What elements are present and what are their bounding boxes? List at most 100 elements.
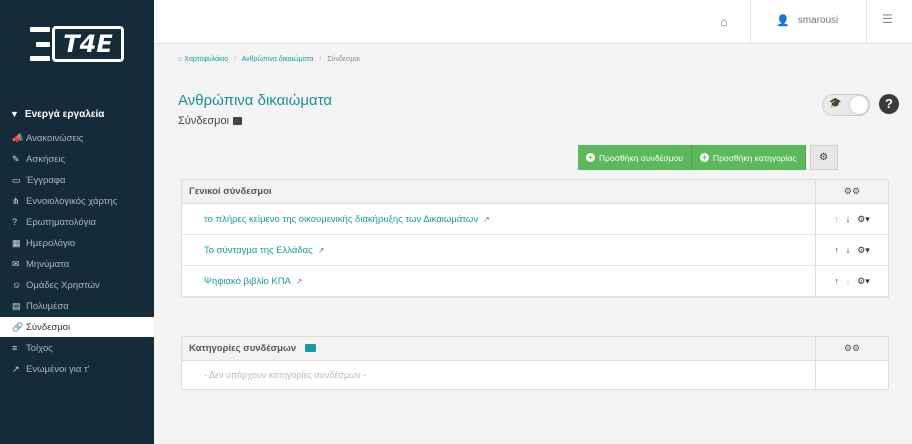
student-view-toggle[interactable]: 🎓	[822, 94, 870, 116]
sidebar-item-label: Έγγραφα	[26, 174, 66, 186]
sidebar-item-label: Πολυμέσα	[26, 300, 69, 312]
logo-mark	[30, 27, 51, 61]
row-options-icon[interactable]: ⚙▾	[857, 245, 870, 256]
move-up-icon[interactable]: ↑	[834, 245, 839, 255]
move-up-icon[interactable]: ↑	[834, 276, 839, 286]
page-subtitle: Σύνδεσμοι	[178, 115, 243, 127]
general-links-title: Γενικοί σύνδεσμοι	[189, 186, 272, 197]
action-toolbar: + Προσθήκη συνδέσμου + Προσθήκη κατηγορί…	[578, 145, 838, 170]
row-controls: ↑ ↓ ⚙▾	[815, 204, 888, 234]
add-link-label: Προσθήκη συνδέσμου	[599, 152, 683, 163]
page-title: Ανθρώπινα δικαιώματα	[178, 92, 333, 109]
user-menu[interactable]: 👤 smarousi	[776, 14, 838, 27]
row-controls: ↑ ↓ ⚙▾	[815, 235, 888, 265]
sidebar-item[interactable]: ↗ Ενωμένοι για τ'	[0, 359, 154, 379]
plus-icon: +	[586, 153, 595, 162]
top-divider	[750, 0, 751, 44]
cogs-icon: ⚙⚙	[815, 337, 888, 360]
sliders-icon[interactable]: ☰	[882, 12, 893, 26]
external-icon: ↗	[12, 363, 20, 374]
categories-title: Κατηγορίες συνδέσμων	[189, 343, 297, 354]
sidebar-item[interactable]: ≡ Τοίχος	[0, 338, 154, 358]
empty-controls-cell	[815, 361, 888, 389]
move-down-icon[interactable]: ↓	[846, 276, 851, 286]
sidebar-item[interactable]: ? Ερωτηματολόγια	[0, 212, 154, 232]
row-options-icon[interactable]: ⚙▾	[857, 276, 870, 287]
card-icon	[233, 117, 243, 125]
sidebar-item[interactable]: ☺ Ομάδες Χρηστών	[0, 275, 154, 295]
sidebar-item[interactable]: ⋔ Εννοιολογικός χάρτης	[0, 191, 154, 211]
external-link-icon[interactable]: ↗	[296, 277, 303, 286]
move-down-icon[interactable]: ↓	[846, 245, 851, 255]
sidebar-item[interactable]: ✎ Ασκήσεις	[0, 149, 154, 169]
help-icon[interactable]: ?	[879, 94, 899, 114]
sidebar-item-label: Τοίχος	[26, 342, 53, 354]
sidebar-item[interactable]: 🔗 Σύνδεσμοι	[0, 317, 154, 337]
edit-icon: ✎	[12, 153, 20, 164]
sidebar-item-label: Ερωτηματολόγια	[26, 216, 96, 228]
breadcrumb-portfolio[interactable]: ⌂ Χαρτοφυλάκιο	[178, 56, 228, 63]
row-controls: ↑ ↓ ⚙▾	[815, 266, 888, 296]
categories-panel: Κατηγορίες συνδέσμων ⚙⚙ - Δεν υπάρχουν κ…	[181, 336, 889, 390]
logo[interactable]: T4E	[0, 0, 154, 88]
add-link-button[interactable]: + Προσθήκη συνδέσμου	[578, 145, 692, 170]
general-links-panel: Γενικοί σύνδεσμοι ⚙⚙ το πλήρες κείμενο τ…	[181, 179, 889, 298]
gear-icon[interactable]: ⚙	[809, 145, 838, 170]
link-row: το πλήρες κείμενο της οικουμενικής διακή…	[182, 204, 888, 235]
sidebar: T4E ▼ Ενεργά εργαλεία 📣 Ανακοινώσεις ✎ Ασκή…	[0, 0, 154, 444]
sidebar-item-label: Ομάδες Χρηστών	[26, 279, 100, 291]
plus-icon: +	[699, 153, 709, 162]
graduation-cap-icon: 🎓	[829, 98, 842, 109]
sidebar-item[interactable]: ▦ Ημερολόγιο	[0, 233, 154, 253]
sidebar-item-label: Μηνύματα	[26, 258, 70, 270]
user-icon: 👤	[776, 15, 790, 27]
folder-icon: ▭	[12, 174, 21, 185]
toggle-knob	[850, 96, 868, 114]
active-tools-header[interactable]: ▼ Ενεργά εργαλεία	[0, 100, 154, 128]
sidebar-item[interactable]: ▤ Πολυμέσα	[0, 296, 154, 316]
main-content: ⌂ Χαρτοφυλάκιο / Ανθρώπινα δικαιώματα / …	[154, 45, 912, 444]
sidebar-item-label: Ημερολόγιο	[26, 237, 76, 249]
row-options-icon[interactable]: ⚙▾	[857, 214, 870, 225]
envelope-icon: ✉	[12, 258, 20, 269]
external-link-icon[interactable]: ↗	[483, 215, 490, 224]
link-row: Ψηφιακό βιβλίο ΚΠΑ ↗ ↑ ↓ ⚙▾	[182, 266, 888, 297]
username: smarousi	[797, 15, 839, 26]
categories-title-wrap: Κατηγορίες συνδέσμων	[182, 343, 316, 354]
sitemap-icon: ⋔	[12, 195, 20, 206]
cogs-icon: ⚙⚙	[815, 180, 888, 203]
external-link-icon[interactable]: ↗	[318, 246, 325, 255]
sidebar-item-label: Σύνδεσμοι	[26, 321, 71, 333]
breadcrumb: ⌂ Χαρτοφυλάκιο / Ανθρώπινα δικαιώματα / …	[178, 56, 360, 63]
move-down-icon[interactable]: ↓	[846, 214, 851, 224]
move-up-icon[interactable]: ↑	[834, 214, 839, 224]
link-title[interactable]: Το σύνταγμα της Ελλάδας	[182, 245, 313, 256]
breadcrumb-course[interactable]: Ανθρώπινα δικαιώματα	[242, 56, 314, 63]
link-title[interactable]: Ψηφιακό βιβλίο ΚΠΑ	[182, 276, 291, 287]
link-icon: 🔗	[12, 321, 24, 332]
add-category-label: Προσθήκη κατηγορίας	[712, 152, 797, 163]
top-divider	[866, 0, 867, 44]
breadcrumb-current: Σύνδεσμοι	[327, 56, 360, 63]
megaphone-icon: 📣	[12, 132, 24, 143]
logo-text: T4E	[52, 26, 124, 62]
add-category-button[interactable]: + Προσθήκη κατηγορίας	[691, 145, 806, 170]
folder-icon	[304, 344, 316, 353]
sidebar-item-label: Εννοιολογικός χάρτης	[26, 195, 118, 207]
link-title[interactable]: το πλήρες κείμενο της οικουμενικής διακή…	[182, 214, 478, 225]
calendar-icon: ▦	[12, 237, 21, 248]
home-icon[interactable]: ⌂	[714, 12, 734, 32]
top-bar: ⌂ 👤 smarousi ☰	[154, 0, 912, 44]
sidebar-item-label: Ασκήσεις	[26, 153, 66, 165]
empty-categories: - Δεν υπάρχουν κατηγορίες συνδέσμων -	[182, 361, 888, 389]
film-icon: ▤	[12, 300, 21, 311]
sidebar-item[interactable]: ✉ Μηνύματα	[0, 254, 154, 274]
question-icon: ?	[12, 217, 18, 227]
link-row: Το σύνταγμα της Ελλάδας ↗ ↑ ↓ ⚙▾	[182, 235, 888, 266]
sidebar-item-label: Ενωμένοι για τ'	[26, 363, 90, 375]
active-tools-label: Ενεργά εργαλεία	[24, 108, 105, 120]
sidebar-item-label: Ανακοινώσεις	[26, 132, 84, 144]
sidebar-item[interactable]: 📣 Ανακοινώσεις	[0, 128, 154, 148]
list-icon: ≡	[12, 343, 18, 353]
sidebar-item[interactable]: ▭ Έγγραφα	[0, 170, 154, 190]
